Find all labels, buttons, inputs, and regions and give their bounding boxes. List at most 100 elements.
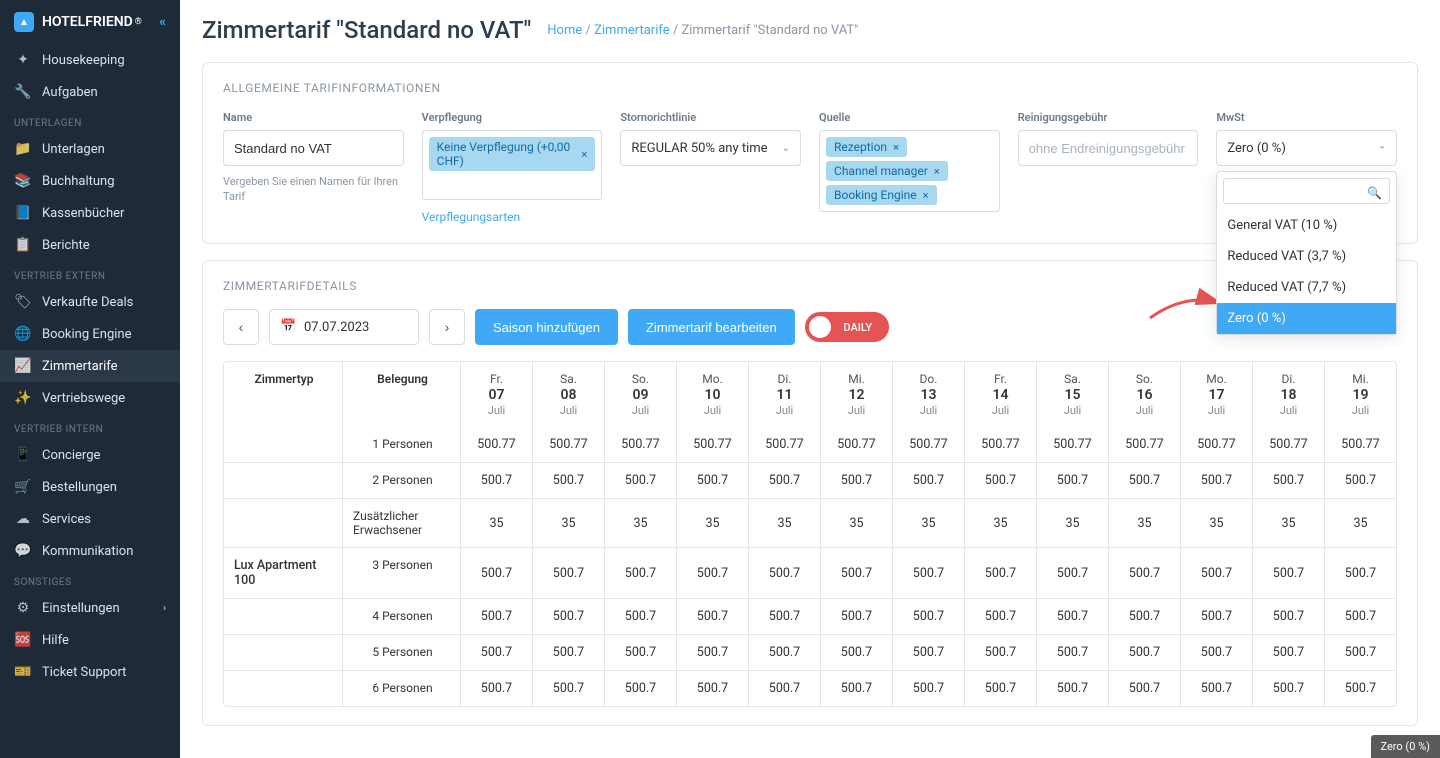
- cell-price[interactable]: 35: [532, 499, 604, 547]
- cell-price[interactable]: 500.77: [1108, 427, 1180, 462]
- cell-price[interactable]: 35: [1108, 499, 1180, 547]
- cell-price[interactable]: 500.7: [532, 463, 604, 498]
- cell-price[interactable]: 35: [820, 499, 892, 547]
- cell-price[interactable]: 500.7: [1324, 463, 1396, 498]
- cell-price[interactable]: 35: [1180, 499, 1252, 547]
- source-tagbox[interactable]: Rezeption×Channel manager×Booking Engine…: [819, 130, 1000, 212]
- cell-price[interactable]: 500.77: [1252, 427, 1324, 462]
- sidebar-item[interactable]: 🎫Ticket Support: [0, 656, 180, 688]
- cell-price[interactable]: 500.7: [820, 635, 892, 670]
- cell-price[interactable]: 500.7: [748, 671, 820, 706]
- cell-price[interactable]: 500.7: [820, 548, 892, 598]
- sidebar-item[interactable]: 📚Buchhaltung: [0, 165, 180, 197]
- vat-search-input[interactable]: [1223, 178, 1390, 204]
- cell-price[interactable]: 500.7: [892, 671, 964, 706]
- cell-price[interactable]: 35: [1324, 499, 1396, 547]
- sidebar-item[interactable]: ✦Housekeeping: [0, 44, 180, 76]
- next-button[interactable]: ›: [429, 309, 465, 345]
- sidebar-item[interactable]: ☁Services: [0, 503, 180, 535]
- cell-price[interactable]: 500.7: [1252, 635, 1324, 670]
- meal-tagbox[interactable]: Keine Verpflegung (+0,00 CHF)×: [422, 130, 603, 200]
- cell-price[interactable]: 500.7: [532, 671, 604, 706]
- cell-price[interactable]: 500.7: [460, 599, 532, 634]
- cell-price[interactable]: 500.7: [1108, 635, 1180, 670]
- cell-price[interactable]: 500.77: [1180, 427, 1252, 462]
- sidebar-item[interactable]: 🔧Aufgaben: [0, 76, 180, 108]
- cell-price[interactable]: 500.7: [1180, 671, 1252, 706]
- cell-price[interactable]: 500.7: [460, 463, 532, 498]
- select-vat[interactable]: Zero (0 %) ⌄: [1216, 130, 1397, 166]
- cell-price[interactable]: 500.7: [604, 548, 676, 598]
- cell-price[interactable]: 500.7: [1108, 548, 1180, 598]
- sidebar-item[interactable]: 💬Kommunikation: [0, 535, 180, 567]
- cell-price[interactable]: 35: [1252, 499, 1324, 547]
- select-cancel[interactable]: REGULAR 50% any time ⌄: [620, 130, 801, 166]
- cell-price[interactable]: 500.77: [820, 427, 892, 462]
- cell-price[interactable]: 500.77: [748, 427, 820, 462]
- cell-price[interactable]: 35: [460, 499, 532, 547]
- cell-price[interactable]: 500.7: [1180, 635, 1252, 670]
- vat-option[interactable]: Reduced VAT (7,7 %): [1217, 272, 1396, 303]
- cell-price[interactable]: 500.7: [676, 671, 748, 706]
- cell-price[interactable]: 500.7: [964, 548, 1036, 598]
- cell-price[interactable]: 500.7: [748, 599, 820, 634]
- vat-option[interactable]: Reduced VAT (3,7 %): [1217, 241, 1396, 272]
- cell-price[interactable]: 500.7: [604, 599, 676, 634]
- cell-price[interactable]: 500.7: [748, 463, 820, 498]
- cell-price[interactable]: 500.77: [532, 427, 604, 462]
- cell-price[interactable]: 500.7: [892, 463, 964, 498]
- cell-price[interactable]: 500.77: [1036, 427, 1108, 462]
- add-season-button[interactable]: Saison hinzufügen: [475, 309, 618, 345]
- cell-price[interactable]: 500.77: [604, 427, 676, 462]
- cell-price[interactable]: 500.7: [1180, 599, 1252, 634]
- sidebar-item[interactable]: 🛒Bestellungen: [0, 471, 180, 503]
- cell-price[interactable]: 500.7: [1036, 635, 1108, 670]
- sidebar-item[interactable]: 🏷Verkaufte Deals: [0, 286, 180, 318]
- source-tag[interactable]: Rezeption×: [826, 137, 907, 157]
- cell-price[interactable]: 500.7: [892, 635, 964, 670]
- cell-price[interactable]: 500.7: [1324, 548, 1396, 598]
- sidebar-item[interactable]: 📘Kassenbücher: [0, 197, 180, 229]
- cell-price[interactable]: 500.7: [532, 635, 604, 670]
- cell-price[interactable]: 500.7: [820, 599, 892, 634]
- cell-price[interactable]: 500.7: [1180, 463, 1252, 498]
- vat-option[interactable]: Zero (0 %): [1217, 303, 1396, 334]
- cell-price[interactable]: 500.7: [676, 548, 748, 598]
- cell-price[interactable]: 500.7: [460, 548, 532, 598]
- input-name[interactable]: [223, 130, 404, 166]
- cell-price[interactable]: 500.7: [748, 635, 820, 670]
- collapse-icon[interactable]: «: [159, 14, 166, 30]
- cell-price[interactable]: 500.77: [460, 427, 532, 462]
- cell-price[interactable]: 500.7: [1252, 548, 1324, 598]
- cell-price[interactable]: 500.7: [964, 463, 1036, 498]
- cell-price[interactable]: 500.7: [1036, 599, 1108, 634]
- cell-price[interactable]: 500.7: [892, 548, 964, 598]
- cell-price[interactable]: 500.7: [604, 671, 676, 706]
- cell-price[interactable]: 35: [964, 499, 1036, 547]
- cell-price[interactable]: 500.7: [820, 671, 892, 706]
- link-meal-types[interactable]: Verpflegungsarten: [422, 210, 520, 224]
- cell-price[interactable]: 500.7: [532, 599, 604, 634]
- cell-price[interactable]: 500.7: [748, 548, 820, 598]
- cell-price[interactable]: 35: [748, 499, 820, 547]
- cell-price[interactable]: 500.7: [460, 671, 532, 706]
- cell-price[interactable]: 500.7: [604, 635, 676, 670]
- cell-price[interactable]: 500.7: [1036, 548, 1108, 598]
- cell-price[interactable]: 500.7: [820, 463, 892, 498]
- cell-price[interactable]: 500.7: [1324, 635, 1396, 670]
- cell-price[interactable]: 500.7: [676, 599, 748, 634]
- cell-price[interactable]: 500.7: [676, 635, 748, 670]
- breadcrumb-home[interactable]: Home: [547, 23, 582, 38]
- cell-price[interactable]: 35: [892, 499, 964, 547]
- cell-price[interactable]: 500.7: [604, 463, 676, 498]
- sidebar-item[interactable]: 📋Berichte: [0, 229, 180, 261]
- cell-price[interactable]: 500.7: [1324, 599, 1396, 634]
- breadcrumb-l1[interactable]: Zimmertarife: [594, 23, 670, 38]
- cell-price[interactable]: 500.7: [460, 635, 532, 670]
- close-icon[interactable]: ×: [923, 189, 929, 202]
- cell-price[interactable]: 500.7: [676, 463, 748, 498]
- vat-option[interactable]: General VAT (10 %): [1217, 210, 1396, 241]
- cell-price[interactable]: 500.7: [1036, 463, 1108, 498]
- cell-price[interactable]: 500.7: [964, 671, 1036, 706]
- sidebar-item[interactable]: 📱Concierge: [0, 439, 180, 471]
